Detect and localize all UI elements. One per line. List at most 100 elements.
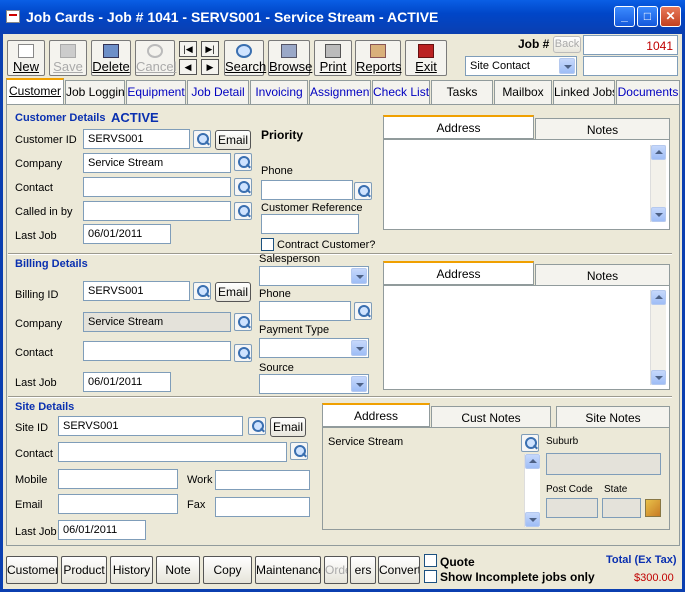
show-incomplete-checkbox[interactable] <box>424 570 437 583</box>
ers-button[interactable]: ers <box>350 556 376 584</box>
convert-button[interactable]: Convert <box>378 556 420 584</box>
billing-address-scrollbar[interactable] <box>650 290 666 385</box>
customer-address-scrollbar[interactable] <box>650 145 666 222</box>
browse-button[interactable]: Browse <box>268 40 312 76</box>
site-address-tab[interactable]: Address <box>322 403 430 427</box>
customer-button[interactable]: Customer <box>6 556 58 584</box>
save-button[interactable]: Save <box>49 40 87 76</box>
billing-email-button[interactable]: Email <box>215 282 251 302</box>
state-field[interactable] <box>602 498 641 518</box>
minimize-button[interactable]: _ <box>614 6 635 27</box>
site-contact-field[interactable] <box>58 442 287 462</box>
billing-company-lookup-icon[interactable] <box>234 313 252 331</box>
phone-lookup-icon[interactable] <box>354 182 372 200</box>
back-button[interactable]: Back <box>553 36 581 53</box>
tab-invoicing[interactable]: Invoicing <box>250 80 308 104</box>
suburb-field[interactable] <box>546 453 661 475</box>
tab-equipment[interactable]: Equipment <box>126 80 186 104</box>
called-in-field[interactable] <box>83 201 231 221</box>
next-record-button[interactable]: ▶ <box>201 59 219 75</box>
cust-notes-tab[interactable]: Cust Notes <box>431 406 551 429</box>
payment-type-select[interactable] <box>259 338 369 358</box>
postcode-field[interactable] <box>546 498 598 518</box>
company-field[interactable]: Service Stream <box>83 153 231 173</box>
contact-lookup-icon[interactable] <box>234 178 252 196</box>
billing-last-job-label: Last Job <box>15 377 57 389</box>
site-address-scrollbar[interactable] <box>524 454 540 527</box>
job-number-field[interactable]: 1041 <box>583 35 678 55</box>
billing-address-box[interactable] <box>383 285 670 390</box>
customer-id-lookup-icon[interactable] <box>193 130 211 148</box>
company-lookup-icon[interactable] <box>234 153 252 171</box>
site-id-lookup-icon[interactable] <box>248 417 266 435</box>
work-field[interactable] <box>215 470 310 490</box>
tab-job-logging[interactable]: Job Logging <box>65 80 125 104</box>
site-email-button[interactable]: Email <box>270 417 306 437</box>
salesperson-select[interactable] <box>259 266 369 286</box>
billing-last-job-field[interactable]: 06/01/2011 <box>83 372 171 392</box>
billing-id-field[interactable]: SERVS001 <box>83 281 190 301</box>
site-contact-lookup-icon[interactable] <box>290 442 308 460</box>
tab-job-detail[interactable]: Job Detail <box>187 80 249 104</box>
billing-company-field[interactable]: Service Stream <box>83 312 231 332</box>
site-notes-tab[interactable]: Site Notes <box>556 406 670 429</box>
maximize-button[interactable]: □ <box>637 6 658 27</box>
billing-phone-lookup-icon[interactable] <box>354 302 372 320</box>
customer-reference-field[interactable] <box>261 214 359 234</box>
tab-documents[interactable]: Documents <box>616 80 680 104</box>
site-email-field[interactable] <box>58 494 178 514</box>
billing-id-lookup-icon[interactable] <box>193 282 211 300</box>
source-select[interactable] <box>259 374 369 394</box>
tab-linked-jobs[interactable]: Linked Jobs <box>553 80 615 104</box>
contact-type-select[interactable]: Site Contact <box>465 56 577 76</box>
search-button[interactable]: Search <box>224 40 266 76</box>
tab-customer[interactable]: Customer <box>6 78 64 104</box>
last-record-button[interactable]: ▶| <box>201 41 219 57</box>
map-icon[interactable] <box>645 499 661 517</box>
called-in-lookup-icon[interactable] <box>234 202 252 220</box>
billing-address-tab[interactable]: Address <box>383 261 534 285</box>
billing-notes-tab[interactable]: Notes <box>535 264 670 287</box>
job-extra-field[interactable] <box>583 56 678 76</box>
delete-button[interactable]: Delete <box>91 40 131 76</box>
customer-email-button[interactable]: Email <box>215 130 251 150</box>
note-button[interactable]: Note <box>156 556 200 584</box>
tab-tasks[interactable]: Tasks <box>431 80 493 104</box>
billing-contact-field[interactable] <box>83 341 231 361</box>
site-id-field[interactable]: SERVS001 <box>58 416 243 436</box>
print-button[interactable]: Print <box>314 40 352 76</box>
contact-field[interactable] <box>83 177 231 197</box>
customer-notes-tab[interactable]: Notes <box>535 118 670 141</box>
mobile-field[interactable] <box>58 469 178 489</box>
tab-mailbox[interactable]: Mailbox <box>494 80 552 104</box>
site-last-job-field[interactable]: 06/01/2011 <box>58 520 146 540</box>
maintenance-button[interactable]: Maintenance <box>255 556 321 584</box>
copy-button[interactable]: Copy <box>203 556 252 584</box>
billing-contact-lookup-icon[interactable] <box>234 344 252 362</box>
contract-customer-checkbox[interactable] <box>261 238 274 251</box>
reports-button[interactable]: Reports <box>355 40 402 76</box>
quote-checkbox[interactable] <box>424 554 437 567</box>
orders-button[interactable]: Orders <box>324 556 348 584</box>
history-button[interactable]: History <box>110 556 153 584</box>
tab-check-list[interactable]: Check List <box>372 80 430 104</box>
first-record-button[interactable]: |◀ <box>179 41 197 57</box>
cancel-button[interactable]: Cancel <box>135 40 176 76</box>
site-address-lookup-icon[interactable] <box>521 434 539 452</box>
close-button[interactable]: ✕ <box>660 6 681 27</box>
exit-button[interactable]: Exit <box>405 40 447 76</box>
tab-assignment[interactable]: Assignment <box>309 80 371 104</box>
prev-record-button[interactable]: ◀ <box>179 59 197 75</box>
fax-field[interactable] <box>215 497 310 517</box>
browse-icon <box>281 44 297 58</box>
customer-address-box[interactable] <box>383 139 670 230</box>
billing-phone-field[interactable] <box>259 301 351 321</box>
trash-icon <box>103 44 119 58</box>
last-job-field[interactable]: 06/01/2011 <box>83 224 171 244</box>
product-button[interactable]: Product <box>61 556 107 584</box>
new-button[interactable]: New <box>7 40 45 76</box>
customer-address-tab[interactable]: Address <box>383 115 534 139</box>
customer-id-field[interactable]: SERVS001 <box>83 129 190 149</box>
priority-label: Priority <box>261 128 304 142</box>
phone-field[interactable] <box>261 180 353 200</box>
